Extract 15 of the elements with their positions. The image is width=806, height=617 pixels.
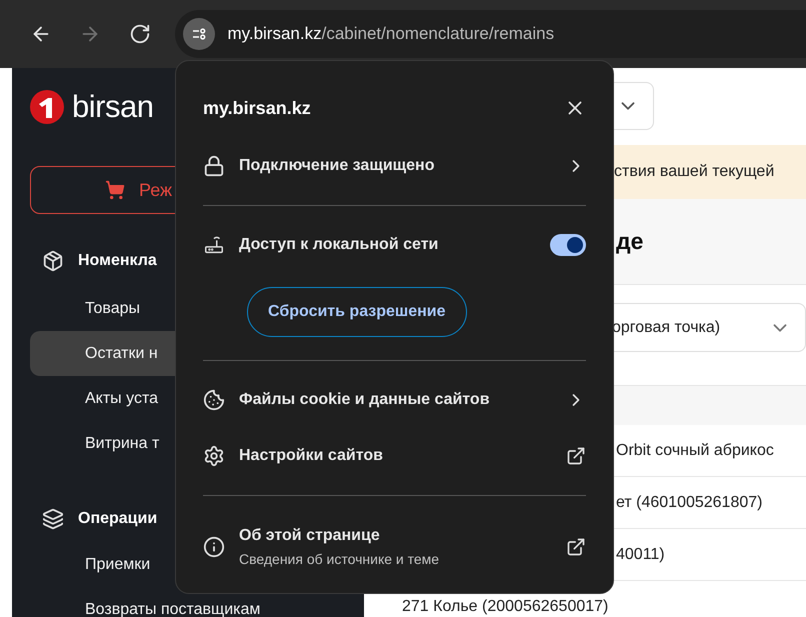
section-title: Операции xyxy=(78,510,158,528)
table-cell: ет (4601005261807) xyxy=(616,494,762,512)
menu-item-description: Сведения об источнике и теме xyxy=(239,551,440,567)
section-title: Номенкла xyxy=(78,252,157,270)
page-heading: де xyxy=(616,228,644,255)
menu-item-label: Настройки сайтов xyxy=(239,447,384,465)
logo-text: birsan xyxy=(72,89,154,125)
table-cell: 40011) xyxy=(616,546,665,564)
popup-title: my.birsan.kz xyxy=(203,98,311,118)
menu-item-label: Доступ к локальной сети xyxy=(239,236,440,254)
table-cell: Orbit сочный абрикос xyxy=(616,442,774,460)
menu-item-label: Файлы cookie и данные сайтов xyxy=(239,391,491,409)
table-cell: 271 Колье (2000562650017) xyxy=(402,598,608,616)
menu-item-label: Об этой странице xyxy=(239,527,381,545)
url-text: my.birsan.kz/cabinet/nomenclature/remains xyxy=(227,24,554,44)
